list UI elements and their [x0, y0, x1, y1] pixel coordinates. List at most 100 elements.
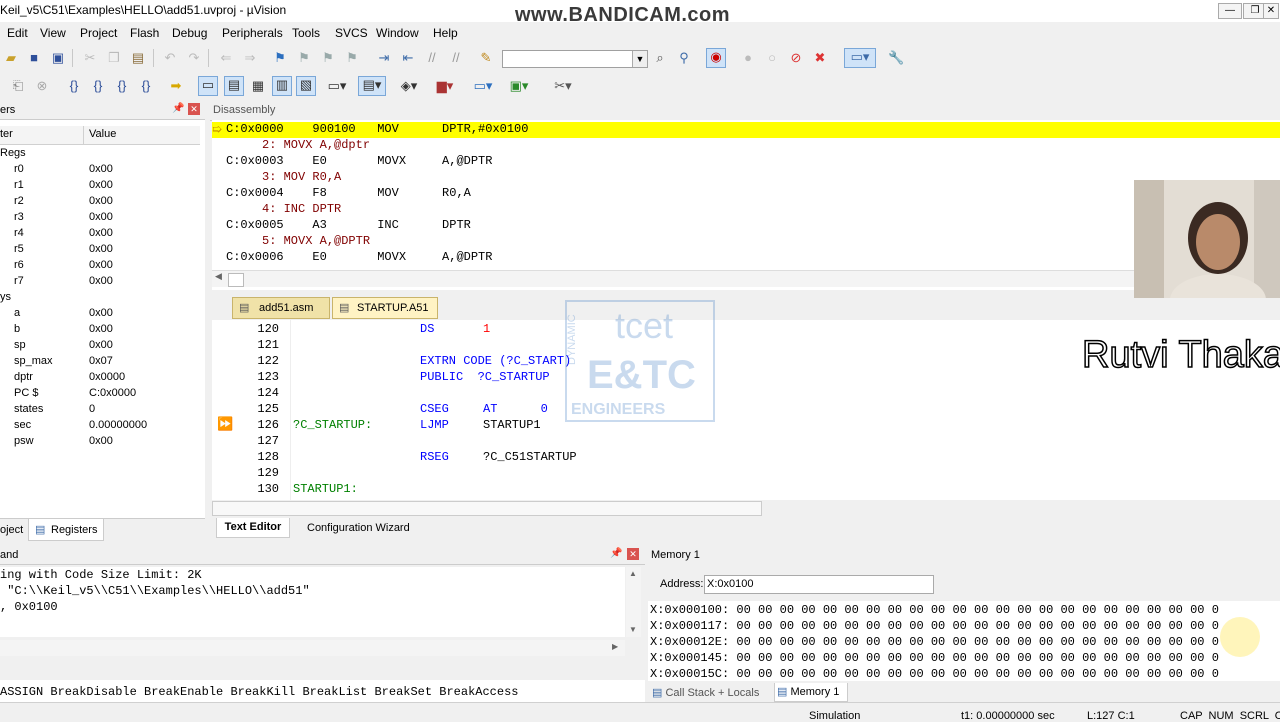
tab-project[interactable]: oject [0, 524, 23, 536]
close-panel-icon[interactable]: ✕ [627, 548, 639, 560]
tab-configuration-wizard[interactable]: Configuration Wizard [307, 522, 410, 534]
column-register[interactable]: ter [0, 128, 13, 140]
code-op[interactable]: CSEG [420, 402, 449, 416]
tab-text-editor[interactable]: Text Editor [216, 518, 290, 538]
scrollbar-thumb[interactable] [228, 273, 244, 287]
scrollbar-thumb[interactable] [212, 501, 762, 516]
editor-hscrollbar[interactable] [212, 500, 1280, 516]
kill-breakpoints-icon[interactable]: ✖ [812, 50, 828, 66]
disassembly-line[interactable]: C:0x0003 E0 MOVX A,@DPTR [226, 154, 492, 170]
command-output[interactable]: ing with Code Size Limit: 2K "C:\\Keil_v… [0, 567, 625, 637]
analysis-windows-icon[interactable]: ▆▾ [432, 78, 458, 94]
minimize-button[interactable]: — [1218, 3, 1242, 19]
code-arg[interactable]: AT 0 [483, 402, 548, 416]
open-icon[interactable]: ▰ [3, 50, 19, 66]
cut-icon[interactable]: ✂ [82, 50, 98, 66]
disassembly-view[interactable]: ➯ C:0x0000 900100 MOV DPTR,#0x0100 2: MO… [212, 120, 1280, 290]
menu-help[interactable]: Help [433, 26, 458, 40]
memory-windows-icon[interactable]: ▤▾ [358, 76, 386, 96]
register-row[interactable]: r6 0x00 [0, 258, 200, 274]
menu-tools[interactable]: Tools [292, 26, 320, 40]
register-row[interactable]: r3 0x00 [0, 210, 200, 226]
pin-icon[interactable]: 📌 [172, 103, 184, 114]
disassembly-line[interactable]: C:0x0004 F8 MOV R0,A [226, 186, 471, 202]
save-icon[interactable]: ■ [26, 50, 42, 66]
configure-icon[interactable]: 🔧 [888, 50, 904, 66]
scroll-left-icon[interactable]: ◀ [215, 272, 222, 282]
disassembly-line[interactable]: C:0x0005 A3 INC DPTR [226, 218, 471, 234]
code-arg[interactable]: ?C_C51STARTUP [483, 450, 577, 464]
menu-flash[interactable]: Flash [130, 26, 159, 40]
register-row[interactable]: sp_max 0x07 [0, 354, 200, 370]
step-out-icon[interactable]: {} [114, 78, 130, 94]
step-over-icon[interactable]: {} [90, 78, 106, 94]
run-to-cursor-icon[interactable]: {} [138, 78, 154, 94]
menu-debug[interactable]: Debug [172, 26, 207, 40]
watch-windows-icon[interactable]: ▭▾ [324, 78, 350, 94]
code-op[interactable]: LJMP [420, 418, 449, 432]
chevron-down-icon[interactable]: ▼ [632, 51, 647, 67]
close-button[interactable]: ✕ [1263, 3, 1279, 19]
menu-peripherals[interactable]: Peripherals [222, 26, 283, 40]
disassembly-line[interactable]: C:0x0006 E0 MOVX A,@DPTR [226, 250, 492, 266]
code-arg[interactable]: STARTUP1 [483, 418, 541, 432]
disassembly-line[interactable]: C:0x0000 900100 MOV DPTR,#0x0100 [226, 122, 528, 138]
register-group-sys[interactable]: ys [0, 290, 200, 306]
bookmark-icon[interactable]: ⚑ [272, 50, 288, 66]
disassembly-source-line[interactable]: 2: MOVX A,@dptr [226, 138, 370, 154]
paste-icon[interactable]: ▤ [130, 50, 146, 66]
register-row[interactable]: r5 0x00 [0, 242, 200, 258]
code-label[interactable]: STARTUP1: [293, 482, 358, 496]
close-panel-icon[interactable]: ✕ [188, 103, 200, 115]
tab-add51-asm[interactable]: ▤ add51.asm [232, 297, 330, 319]
command-vscrollbar[interactable]: ▲ ▼ [626, 567, 641, 637]
code-arg[interactable]: 1 [483, 322, 490, 336]
stop-icon[interactable]: ⊗ [34, 78, 50, 94]
pin-icon[interactable]: 📌 [610, 548, 622, 559]
address-input[interactable]: X:0x0100 [704, 575, 934, 594]
register-row[interactable]: PC $ C:0x0000 [0, 386, 200, 402]
menu-project[interactable]: Project [80, 26, 117, 40]
disassembly-source-line[interactable]: 4: INC DPTR [226, 202, 341, 218]
memory-dump[interactable]: X:0x000100: 00 00 00 00 00 00 00 00 00 0… [648, 601, 1280, 681]
disassembly-hscrollbar[interactable]: ◀ [212, 270, 1280, 287]
comment-icon[interactable]: // [424, 50, 440, 66]
disassembly-source-line[interactable]: 5: MOVX A,@DPTR [226, 234, 370, 250]
register-row[interactable]: r4 0x00 [0, 226, 200, 242]
debug-session-icon[interactable]: ◉ [706, 48, 726, 68]
register-row[interactable]: a 0x00 [0, 306, 200, 322]
code-op[interactable]: DS [420, 322, 434, 336]
tab-memory-1[interactable]: ▤ Memory 1 [774, 683, 848, 702]
registers-window-icon[interactable]: ▥ [272, 76, 292, 96]
save-all-icon[interactable]: ▣ [50, 50, 66, 66]
register-row[interactable]: r0 0x00 [0, 162, 200, 178]
insert-breakpoint-icon[interactable]: ● [740, 50, 756, 66]
code-label[interactable]: ?C_STARTUP: [293, 418, 372, 432]
tab-call-stack[interactable]: ▤ Call Stack + Locals [652, 686, 759, 699]
redo-icon[interactable]: ↷ [186, 50, 202, 66]
find-combo[interactable]: ▼ [502, 50, 648, 68]
find-icon[interactable]: ⌕ [652, 50, 668, 66]
symbols-window-icon[interactable]: ▦ [250, 78, 266, 94]
unindent-icon[interactable]: ⇤ [400, 50, 416, 66]
copy-icon[interactable]: ❐ [106, 50, 122, 66]
code-op[interactable]: RSEG [420, 450, 449, 464]
find-in-files-icon[interactable]: ✎ [478, 50, 494, 66]
prev-bookmark-icon[interactable]: ⚑ [296, 50, 312, 66]
code-op[interactable]: EXTRN CODE (?C_START) [420, 354, 571, 368]
incremental-find-icon[interactable]: ⚲ [676, 50, 692, 66]
show-next-statement-icon[interactable]: ➡ [168, 78, 184, 94]
tab-startup-a51[interactable]: ▤ STARTUP.A51 [332, 297, 438, 319]
nav-back-icon[interactable]: ⇐ [218, 50, 234, 66]
code-op[interactable]: PUBLIC ?C_STARTUP [420, 370, 550, 384]
clear-bookmarks-icon[interactable]: ⚑ [344, 50, 360, 66]
register-row[interactable]: psw 0x00 [0, 434, 200, 450]
menu-edit[interactable]: Edit [7, 26, 28, 40]
trace-windows-icon[interactable]: ▭▾ [470, 78, 496, 94]
command-hint-line[interactable]: ASSIGN BreakDisable BreakEnable BreakKil… [0, 680, 645, 702]
next-bookmark-icon[interactable]: ⚑ [320, 50, 336, 66]
register-group-regs[interactable]: Regs [0, 146, 200, 162]
system-viewer-icon[interactable]: ▣▾ [506, 78, 532, 94]
menu-window[interactable]: Window [376, 26, 419, 40]
reset-icon[interactable]: ⎗ [10, 78, 26, 94]
